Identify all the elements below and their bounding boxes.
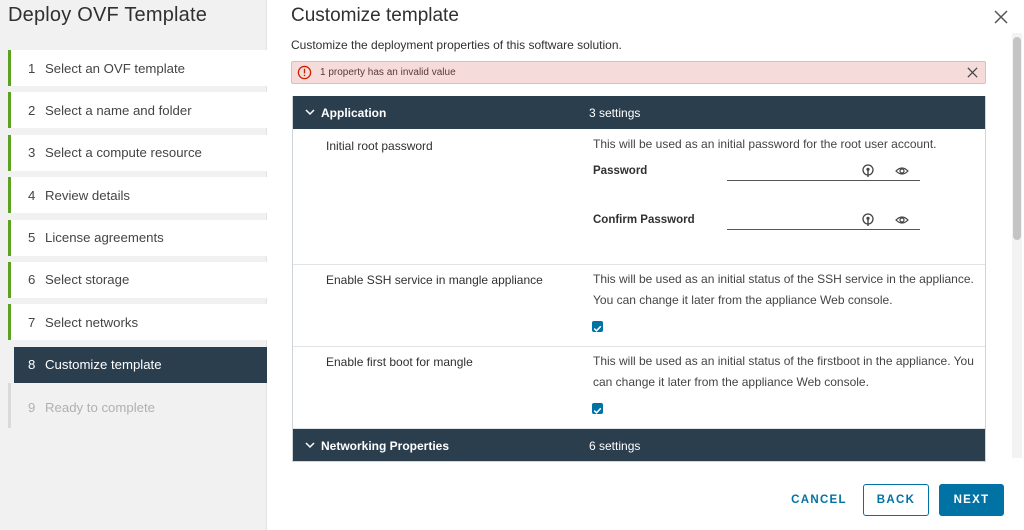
wizard-step-6[interactable]: 6 Select storage [8, 261, 267, 298]
wizard-step-9-disabled: 9 Ready to complete [8, 383, 267, 429]
cancel-button[interactable]: CANCEL [781, 484, 857, 516]
step-number: 2 [28, 102, 36, 118]
property-description: This will be used as an initial status o… [593, 272, 974, 307]
property-row-root-password: Initial root password This will be used … [293, 129, 985, 265]
wizard-step-2[interactable]: 2 Select a name and folder [8, 92, 267, 129]
page-title: Customize template [291, 5, 459, 26]
group-settings-count: 3 settings [589, 105, 641, 120]
wizard-sidebar: Deploy OVF Template 1 Select an OVF templ… [0, 0, 267, 530]
step-number: 4 [28, 187, 36, 203]
checkmark-icon [593, 407, 602, 414]
step-number: 3 [28, 145, 36, 161]
properties-table: Application 3 settings Initial root pass… [292, 96, 986, 462]
step-label: Select a compute resource [45, 145, 202, 161]
error-circle-icon [297, 65, 312, 80]
property-label: Initial root password [326, 139, 433, 153]
page-subtitle: Customize the deployment properties of t… [291, 38, 622, 52]
wizard-steps: 1 Select an OVF template 2 Select a name a… [8, 50, 267, 432]
password-label: Password [593, 165, 648, 177]
group-name: Networking Properties [321, 438, 450, 453]
step-label: Review details [45, 187, 131, 203]
key-icon[interactable] [861, 164, 875, 178]
confirm-password-label: Confirm Password [593, 214, 695, 226]
wizard-step-8-active[interactable]: 8 Customize template [14, 346, 267, 383]
ssh-checkbox[interactable] [592, 321, 603, 332]
step-number: 1 [28, 60, 36, 76]
property-label: Enable first boot for mangle [326, 355, 473, 369]
step-label: Select a name and folder [45, 102, 192, 118]
property-label: Enable SSH service in mangle appliance [326, 273, 543, 287]
back-button[interactable]: BACK [863, 484, 929, 516]
close-icon[interactable] [993, 9, 1009, 25]
step-label: Select storage [45, 272, 130, 288]
alert-message: 1 property has an invalid value [320, 67, 456, 78]
step-number: 7 [28, 314, 36, 330]
eye-icon[interactable] [895, 164, 909, 178]
step-label: Select networks [45, 314, 139, 330]
wizard-step-3[interactable]: 3 Select a compute resource [8, 134, 267, 171]
chevron-down-icon [305, 109, 315, 116]
step-label: License agreements [45, 230, 164, 246]
step-label: Select an OVF template [45, 60, 186, 76]
property-description: This will be used as an initial password… [593, 137, 937, 151]
step-number: 9 [28, 399, 36, 415]
group-settings-count: 6 settings [589, 438, 641, 453]
group-header-application[interactable]: Application 3 settings [293, 96, 985, 129]
firstboot-checkbox[interactable] [592, 403, 603, 414]
wizard-step-4[interactable]: 4 Review details [8, 177, 267, 214]
wizard-step-1[interactable]: 1 Select an OVF template [8, 50, 267, 86]
wizard-step-7[interactable]: 7 Select networks [8, 304, 267, 341]
group-name: Application [321, 105, 387, 120]
key-icon[interactable] [861, 213, 875, 227]
checkmark-icon [593, 325, 602, 332]
property-row-ssh: Enable SSH service in mangle appliance T… [293, 265, 985, 347]
step-number: 8 [28, 357, 36, 373]
eye-icon[interactable] [895, 213, 909, 227]
step-number: 5 [28, 230, 36, 246]
scrollbar-thumb[interactable] [1013, 37, 1021, 240]
confirm-password-input[interactable] [727, 212, 920, 230]
step-label: Ready to complete [45, 399, 155, 415]
chevron-down-icon [305, 442, 315, 449]
step-label: Customize template [45, 357, 162, 373]
wizard-step-5[interactable]: 5 License agreements [8, 219, 267, 256]
close-icon[interactable] [966, 66, 979, 79]
wizard-title: Deploy OVF Template [8, 4, 208, 26]
property-row-firstboot: Enable first boot for mangle This will b… [293, 347, 985, 429]
group-header-networking[interactable]: Networking Properties 6 settings [293, 429, 985, 461]
next-button[interactable]: NEXT [939, 484, 1004, 516]
step-number: 6 [28, 272, 36, 288]
property-description: This will be used as an initial status o… [593, 354, 974, 389]
password-input[interactable] [727, 163, 920, 181]
error-alert: 1 property has an invalid value [291, 61, 986, 84]
